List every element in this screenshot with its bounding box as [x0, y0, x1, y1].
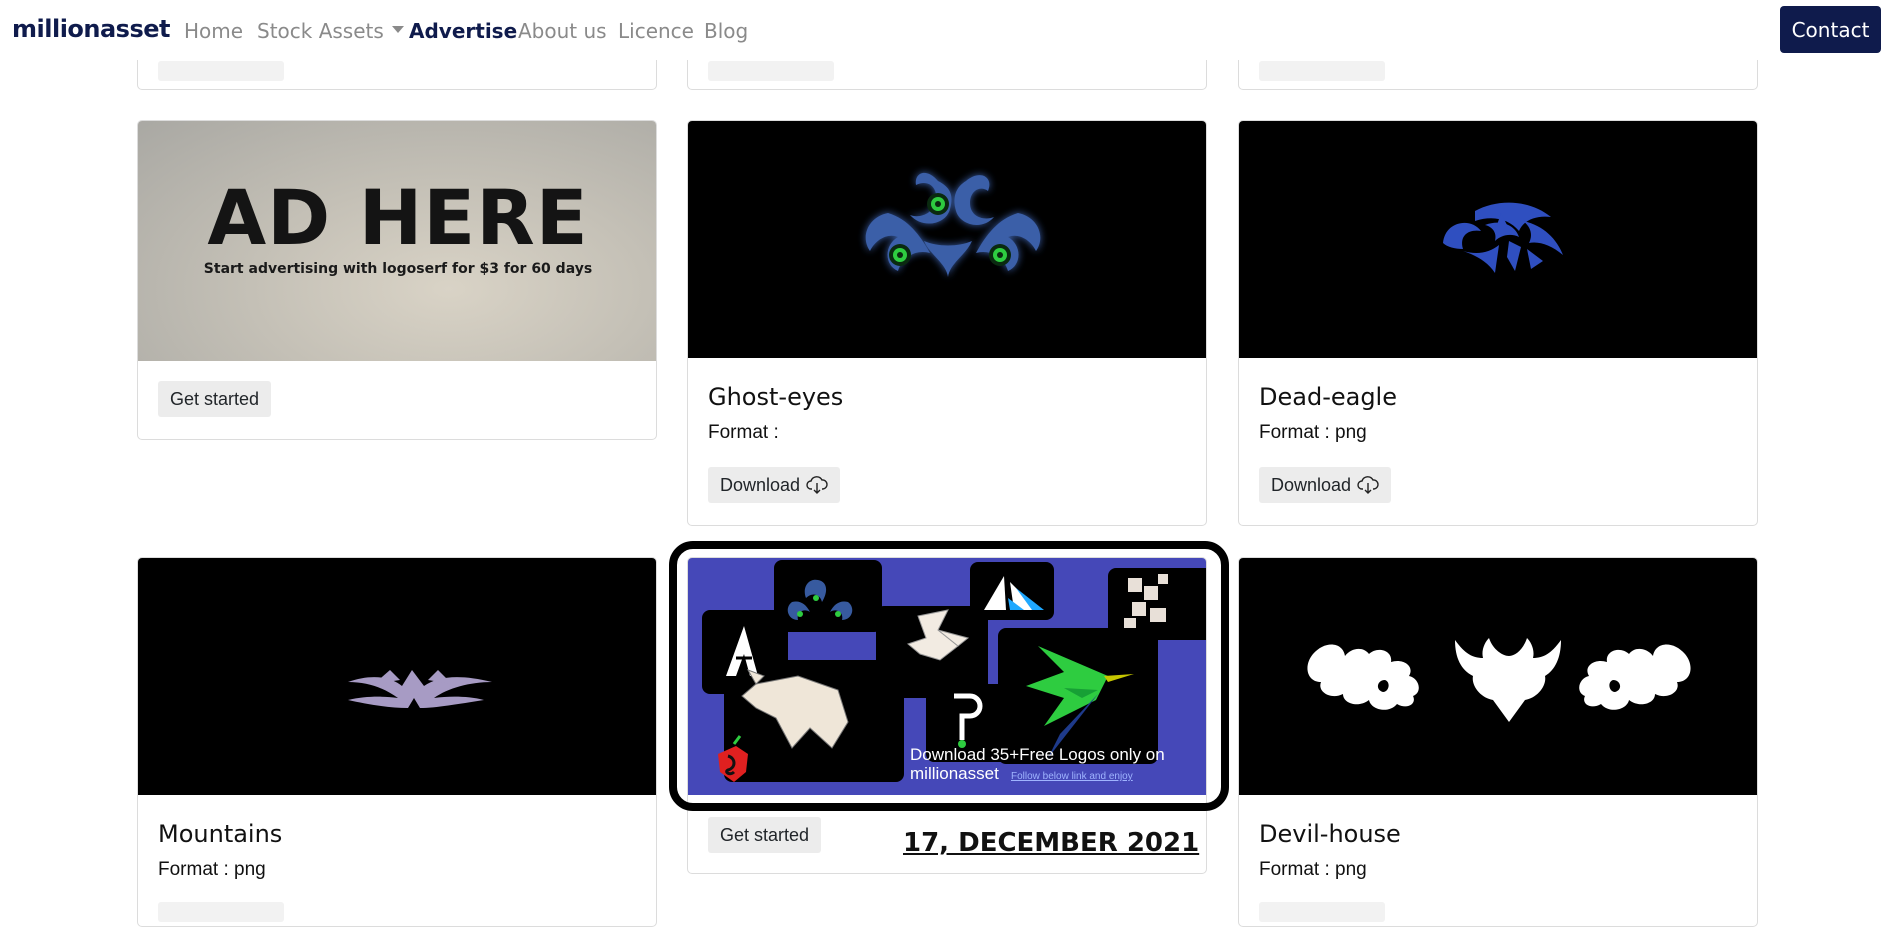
download-button[interactable]: Download	[708, 467, 841, 503]
ghost-eyes-logo-icon	[865, 172, 1041, 277]
contact-button[interactable]: Contact	[1780, 6, 1881, 53]
nav-about-us[interactable]: About us	[518, 19, 607, 43]
asset-format: Format : png	[1259, 859, 1367, 880]
ghost-eyes-image	[688, 121, 1206, 358]
devil-house-image	[1239, 558, 1757, 795]
nav-stock-assets[interactable]: Stock Assets	[257, 19, 404, 43]
asset-title: Dead-eagle	[1259, 383, 1397, 411]
asset-format: Format :	[708, 422, 779, 443]
nav-licence[interactable]: Licence	[618, 19, 694, 43]
asset-title: Devil-house	[1259, 820, 1401, 848]
download-label: Download	[1271, 474, 1352, 495]
caret-down-icon	[391, 26, 404, 33]
asset-format: Format : png	[1259, 422, 1367, 443]
mountains-logo-icon	[348, 670, 492, 708]
dead-eagle-image	[1239, 121, 1757, 358]
navbar: millionasset Home Stock Assets Advertise…	[0, 0, 1895, 60]
mountains-image	[138, 558, 656, 795]
highlight-frame	[669, 541, 1229, 811]
get-started-button[interactable]: Get started	[708, 817, 822, 853]
ad-card: AD HERE Start advertising with logoserf …	[137, 120, 657, 440]
download-button[interactable]	[158, 902, 284, 922]
asset-card: Ghost-eyes Format : Download	[687, 120, 1207, 526]
dead-eagle-logo-icon	[1443, 202, 1563, 273]
ad-subline: Start advertising with logoserf for $3 f…	[203, 261, 593, 277]
nav-home[interactable]: Home	[184, 19, 243, 43]
download-button[interactable]	[1259, 902, 1385, 922]
devil-house-logo-icon	[1307, 638, 1691, 722]
asset-format: Format : png	[158, 859, 266, 880]
ad-headline: AD HERE	[207, 173, 589, 262]
asset-card: Devil-house Format : png	[1238, 557, 1758, 927]
date-annotation: 17, DECEMBER 2021	[903, 828, 1200, 858]
card-partial-button[interactable]	[158, 61, 284, 81]
nav-advertise[interactable]: Advertise	[409, 19, 517, 43]
asset-title: Mountains	[158, 820, 283, 848]
nav-stock-assets-label: Stock Assets	[257, 19, 384, 43]
brand-logo[interactable]: millionasset	[12, 15, 171, 43]
download-button[interactable]: Download	[1259, 467, 1392, 503]
card-partial-button[interactable]	[708, 61, 834, 81]
asset-card: Mountains Format : png	[137, 557, 657, 927]
nav-blog[interactable]: Blog	[704, 19, 748, 43]
asset-title: Ghost-eyes	[708, 383, 844, 411]
cloud-download-icon	[806, 476, 828, 494]
card-partial-button[interactable]	[1259, 61, 1385, 81]
asset-card: Dead-eagle Format : png Download	[1238, 120, 1758, 526]
get-started-button[interactable]: Get started	[158, 381, 272, 417]
ad-image: AD HERE Start advertising with logoserf …	[138, 121, 656, 361]
download-label: Download	[720, 474, 801, 495]
cloud-download-icon	[1357, 476, 1379, 494]
